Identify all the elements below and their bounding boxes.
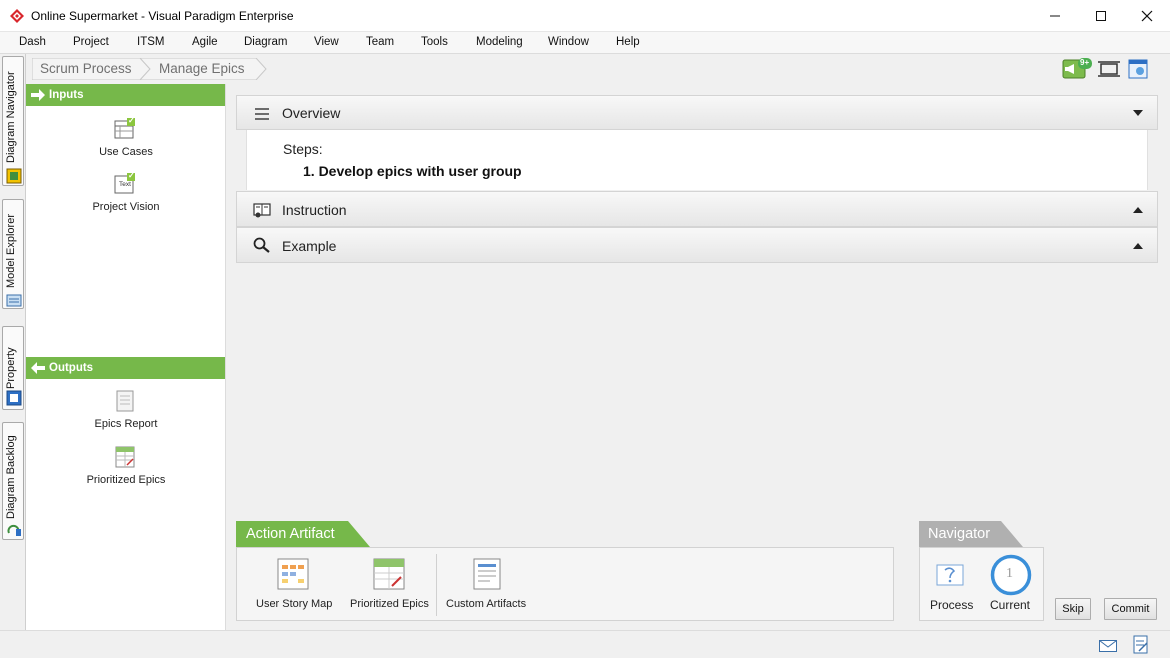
visual-paradigm-logo-icon — [10, 9, 24, 23]
notification-badge: 9+ — [1080, 58, 1090, 67]
action-artifact-header: Action Artifact — [236, 521, 372, 547]
example-section-header[interactable]: Example — [236, 227, 1158, 263]
tab-diagram-backlog[interactable]: Diagram Backlog — [2, 422, 24, 540]
notification-button[interactable]: 9+ — [1062, 58, 1092, 83]
fit-screen-button[interactable] — [1097, 58, 1121, 83]
steps-label: Steps: — [283, 141, 323, 157]
close-button[interactable] — [1124, 0, 1170, 32]
tab-diagram-backlog-label: Diagram Backlog — [5, 435, 17, 519]
menu-tools[interactable]: Tools — [421, 36, 448, 48]
commit-button[interactable]: Commit — [1104, 598, 1157, 620]
menu-team[interactable]: Team — [366, 36, 394, 48]
menu-modeling[interactable]: Modeling — [476, 36, 523, 48]
current-step-number: 1 — [1006, 566, 1013, 581]
breadcrumb-manage-epics[interactable]: Manage Epics — [140, 58, 268, 80]
input-use-cases-label: Use Cases — [99, 146, 153, 158]
expand-caret-up-icon — [1133, 243, 1143, 249]
navigator-process[interactable]: Process — [928, 558, 976, 618]
window-title: Online Supermarket - Visual Paradigm Ent… — [31, 9, 294, 23]
user-story-map-icon — [277, 558, 309, 590]
menu-diagram[interactable]: Diagram — [244, 36, 287, 48]
action-artifact-panel: User Story Map Prioritized Epics Custom … — [236, 547, 894, 621]
tab-property-label: Property — [5, 347, 17, 389]
custom-artifacts-icon — [473, 558, 501, 590]
menu-itsm[interactable]: ITSM — [137, 36, 164, 48]
menu-help[interactable]: Help — [616, 36, 640, 48]
close-icon — [1141, 10, 1153, 22]
minimize-icon — [1050, 15, 1060, 17]
action-divider — [436, 554, 437, 616]
side-tab-strip: Diagram Navigator Model Explorer Propert… — [0, 54, 26, 634]
overview-section-header[interactable]: Overview — [236, 95, 1158, 130]
prioritized-epics-icon — [115, 446, 135, 468]
breadcrumb-scrum-process[interactable]: Scrum Process — [32, 58, 152, 80]
navigator-header-label: Navigator — [928, 526, 991, 542]
panel-window-button[interactable] — [1127, 58, 1151, 83]
tab-diagram-navigator[interactable]: Diagram Navigator — [2, 56, 24, 186]
collapse-caret-down-icon — [1133, 110, 1143, 116]
mail-icon[interactable] — [1099, 640, 1117, 652]
navigator-current-label: Current — [990, 598, 1031, 612]
outputs-header-label: Outputs — [49, 362, 94, 374]
document-edit-icon[interactable] — [1133, 635, 1149, 655]
process-icon — [936, 564, 964, 586]
action-artifact-header-label: Action Artifact — [246, 526, 335, 542]
status-bar — [0, 630, 1170, 658]
tab-diagram-navigator-label: Diagram Navigator — [5, 71, 17, 163]
instruction-book-icon — [253, 203, 271, 218]
maximize-button[interactable] — [1078, 0, 1124, 32]
title-bar: Online Supermarket - Visual Paradigm Ent… — [0, 0, 1170, 32]
tab-model-explorer-label: Model Explorer — [5, 214, 17, 288]
diagram-backlog-icon — [7, 524, 21, 536]
output-prioritized-epics-label: Prioritized Epics — [86, 474, 166, 486]
menu-window[interactable]: Window — [548, 36, 589, 48]
instruction-section-header[interactable]: Instruction — [236, 191, 1158, 227]
search-icon — [253, 237, 270, 253]
fit-screen-icon — [1098, 61, 1120, 77]
left-artifact-panel: Inputs ✓ Use Cases Text ✓ Project Vision… — [26, 84, 226, 630]
maximize-icon — [1096, 11, 1106, 21]
minimize-button[interactable] — [1032, 0, 1078, 32]
overview-content: Steps: 1. Develop epics with user group — [246, 130, 1148, 190]
breadcrumb-manage-epics-label: Manage Epics — [159, 61, 245, 76]
breadcrumb-scrum-process-label: Scrum Process — [40, 61, 132, 76]
menu-project[interactable]: Project — [73, 36, 109, 48]
tab-property[interactable]: Property — [2, 326, 24, 410]
input-project-vision-label: Project Vision — [92, 201, 160, 213]
action-user-story-map-label: User Story Map — [256, 598, 333, 610]
property-icon — [6, 390, 22, 406]
output-epics-report-label: Epics Report — [94, 418, 158, 430]
prioritized-epics-icon — [373, 558, 405, 590]
example-title: Example — [282, 238, 337, 254]
inputs-header-label: Inputs — [49, 89, 84, 101]
use-cases-check: ✓ — [128, 116, 135, 125]
navigator-process-label: Process — [930, 598, 974, 612]
outputs-header: Outputs — [26, 357, 225, 379]
model-explorer-icon — [6, 294, 22, 307]
expand-caret-up-icon — [1133, 207, 1143, 213]
report-artifact-icon — [116, 390, 134, 412]
step-item: 1. Develop epics with user group — [303, 163, 522, 179]
tab-model-explorer[interactable]: Model Explorer — [2, 199, 24, 309]
action-prioritized-epics-label: Prioritized Epics — [350, 598, 429, 610]
project-vision-check: ✓ — [128, 171, 135, 180]
inputs-header: Inputs — [26, 84, 225, 106]
instruction-title: Instruction — [282, 202, 347, 218]
diagram-navigator-icon — [6, 168, 22, 184]
list-icon — [255, 108, 269, 120]
menu-bar: Dash Project ITSM Agile Diagram View Tea… — [0, 32, 1170, 54]
action-custom-artifacts-label: Custom Artifacts — [446, 598, 527, 610]
overview-title: Overview — [282, 105, 341, 121]
text-artifact-icon-text: Text — [119, 181, 131, 188]
navigator-current[interactable]: 1 Current — [986, 553, 1040, 617]
skip-button[interactable]: Skip — [1055, 598, 1091, 620]
navigator-header: Navigator — [919, 521, 1025, 547]
arrow-left-icon — [31, 362, 45, 374]
navigator-panel: Process 1 Current — [919, 547, 1044, 621]
menu-view[interactable]: View — [314, 36, 339, 48]
menu-dash[interactable]: Dash — [19, 36, 46, 48]
menu-agile[interactable]: Agile — [192, 36, 218, 48]
panel-window-icon — [1128, 59, 1148, 79]
arrow-right-icon — [31, 89, 45, 101]
